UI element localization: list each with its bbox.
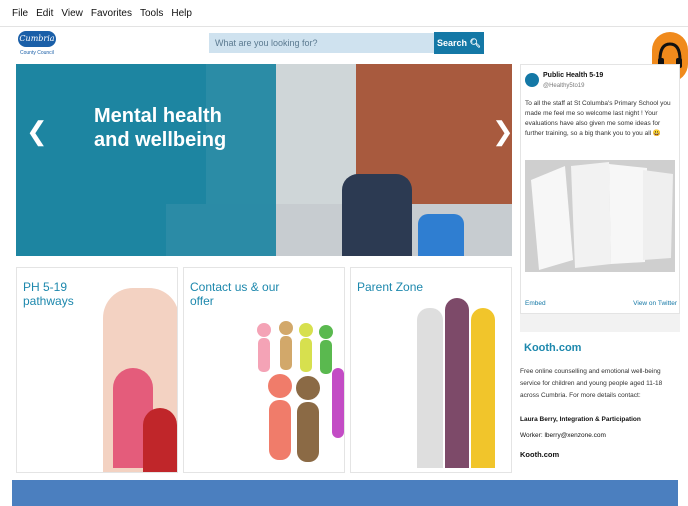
tile-parent-zone-child-3 xyxy=(471,308,495,468)
kooth-panel: Kooth.com Free online counselling and em… xyxy=(520,332,680,473)
tweet-handle[interactable]: @Healthy5to19 xyxy=(543,83,584,89)
chevron-right-icon[interactable]: ❯ xyxy=(492,116,512,147)
menu-file[interactable]: File xyxy=(12,8,28,19)
kooth-footer-link[interactable]: Kooth.com xyxy=(520,450,559,459)
tile-contact-offer-figures xyxy=(244,308,344,468)
tile-contact-offer[interactable]: Contact us & our offer xyxy=(183,267,345,473)
logo-badge: Cumbria xyxy=(18,31,56,47)
tile-parent-zone-title: Parent Zone xyxy=(357,280,423,294)
kooth-worker-email[interactable]: lberry@xenzone.com xyxy=(544,432,606,439)
tile-ph-pathways-child-2 xyxy=(143,408,177,472)
kooth-worker-label: Worker: xyxy=(520,432,543,439)
kooth-worker-row: Worker: lberry@xenzone.com xyxy=(520,432,606,439)
tweet-author[interactable]: Public Health 5-19 xyxy=(543,72,603,79)
kooth-contact-name: Laura Berry, Integration & Participation xyxy=(520,416,641,423)
site-header: Cumbria County Council What are you look… xyxy=(0,26,688,62)
tile-parent-zone-line1: Parent Zone xyxy=(357,280,424,294)
hero-title-line2: and wellbeing xyxy=(94,129,227,151)
tile-ph-pathways-line2: pathways xyxy=(23,294,74,308)
menu-favorites[interactable]: Favorites xyxy=(91,8,132,19)
tile-ph-pathways-line1: PH 5-19 xyxy=(23,280,68,294)
tweet-photo[interactable] xyxy=(525,160,675,272)
tweet-embed-link[interactable]: Embed xyxy=(525,300,546,307)
menu-edit[interactable]: Edit xyxy=(36,8,53,19)
bottom-band xyxy=(12,480,678,506)
tile-contact-offer-line2: offer xyxy=(190,294,214,308)
hero-title: Mental health and wellbeing xyxy=(94,104,226,152)
search-button-label: Search xyxy=(437,38,468,48)
tile-contact-offer-line1: Contact us & our xyxy=(190,280,280,294)
hero-child-figure xyxy=(342,174,412,256)
tile-parent-zone-child-1 xyxy=(417,308,443,468)
menu-help[interactable]: Help xyxy=(171,8,192,19)
tile-contact-offer-title: Contact us & our offer xyxy=(190,280,279,308)
hero-banner[interactable]: Mental health and wellbeing ❮ ❯ xyxy=(16,64,512,256)
search-button[interactable]: Search 🔍︎ xyxy=(434,32,484,54)
kooth-description: Free online counselling and emotional we… xyxy=(520,368,663,399)
chevron-left-icon[interactable]: ❮ xyxy=(26,116,48,147)
site-logo[interactable]: Cumbria County Council xyxy=(18,31,58,59)
hero-overlay xyxy=(16,64,276,256)
logo-subtitle: County Council xyxy=(20,50,54,56)
tile-ph-pathways[interactable]: PH 5-19 pathways xyxy=(16,267,178,473)
tweet-view-link[interactable]: View on Twitter xyxy=(633,300,677,307)
tile-parent-zone-child-2 xyxy=(445,298,469,468)
kooth-title[interactable]: Kooth.com xyxy=(524,342,581,354)
menu-view[interactable]: View xyxy=(61,8,83,19)
twitter-avatar xyxy=(525,73,539,87)
twitter-widget[interactable]: Public Health 5-19 @Healthy5to19 To all … xyxy=(520,64,680,314)
hero-backpack xyxy=(418,214,464,256)
tweet-text: To all the staff at St Columba's Primary… xyxy=(525,100,671,137)
hero-title-line1: Mental health xyxy=(94,105,222,127)
tile-ph-pathways-title: PH 5-19 pathways xyxy=(23,280,74,308)
menu-bar: File Edit View Favorites Tools Help xyxy=(0,0,688,26)
menu-tools[interactable]: Tools xyxy=(140,8,163,19)
search-input[interactable]: What are you looking for? xyxy=(209,33,436,53)
tweet-footer: Embed View on Twitter xyxy=(525,300,677,307)
tile-parent-zone[interactable]: Parent Zone xyxy=(350,267,512,473)
search-icon: 🔍︎ xyxy=(469,38,481,48)
